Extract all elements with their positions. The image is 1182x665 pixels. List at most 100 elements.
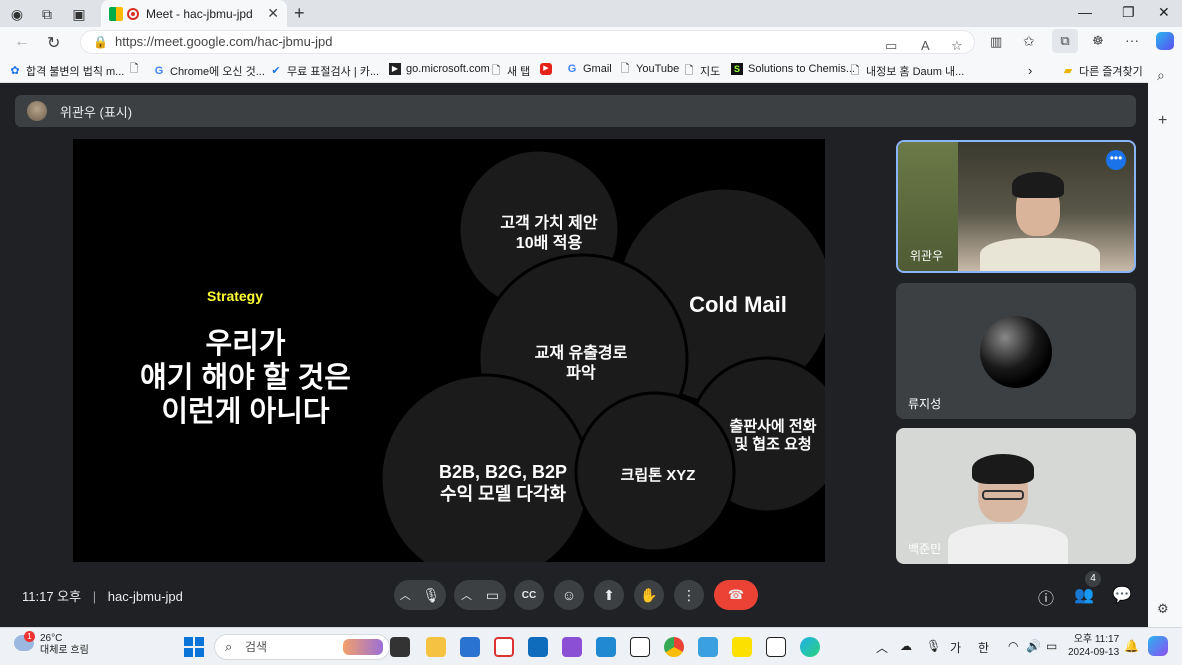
minimize-icon[interactable]: — xyxy=(1078,4,1092,20)
microphone-tray-icon[interactable]: 🎙 xyxy=(926,639,941,653)
notification-badge: 1 xyxy=(24,631,35,642)
bookmark-12[interactable]: 🗋 내정보 홈 Daum 내... xyxy=(849,63,965,79)
new-tab-icon[interactable]: + xyxy=(294,3,305,24)
search-icon: ⌕ xyxy=(225,639,233,654)
taskbar-search[interactable]: ⌕ 검색 xyxy=(214,634,390,660)
circle-text: 및 협조 요청 xyxy=(734,436,812,453)
bookmark-label: Gmail xyxy=(583,63,612,75)
mic-control[interactable]: ︿ 🎙 xyxy=(394,580,446,610)
taskbar-clock[interactable]: 오후 11:17 2024-09-13 xyxy=(1068,633,1119,659)
sync-app-icon[interactable] xyxy=(494,637,514,657)
leave-call-button[interactable]: ☎ xyxy=(714,580,758,610)
bookmark-5[interactable]: ▶ go.microsoft.com xyxy=(389,63,490,75)
ime-language[interactable]: 가 xyxy=(950,639,961,656)
tab-actions-icon[interactable]: ▣ xyxy=(70,5,88,23)
reactions-button[interactable]: ☺ xyxy=(554,580,584,610)
search-icon[interactable]: ⌕ xyxy=(1157,67,1165,84)
show-hidden-icons[interactable]: ︿ xyxy=(876,639,888,656)
camera-in-use-icon[interactable]: ▭ xyxy=(885,35,897,57)
close-tab-icon[interactable]: ✕ xyxy=(267,5,279,22)
captions-icon: CC xyxy=(521,589,537,601)
meeting-details-icon[interactable]: ⓘ xyxy=(1038,585,1054,609)
bookmark-8[interactable]: G Gmail xyxy=(566,63,612,75)
bookmark-3[interactable]: G Chrome에 오신 것... xyxy=(153,63,265,79)
address-bar[interactable]: 🔒 https://meet.google.com/hac-jbmu-jpd ▭… xyxy=(80,30,975,54)
other-favorites-folder[interactable]: ▰ 다른 즐겨찾기 xyxy=(1062,63,1143,79)
document-icon: 🗋 xyxy=(129,63,139,75)
presenter-label: 위관우 (표시) xyxy=(60,104,133,120)
tab-meet[interactable]: Meet - hac-jbmu-jpd ✕ xyxy=(101,0,287,27)
workspaces-icon[interactable]: ⧉ xyxy=(38,5,56,23)
collections-icon[interactable]: ⧉ xyxy=(1052,29,1078,53)
onedrive-icon[interactable]: ☁ xyxy=(900,639,912,653)
bookmark-9[interactable]: 🗋 YouTube xyxy=(619,63,680,75)
bookmarks-overflow-icon[interactable]: › xyxy=(1028,63,1032,78)
bookmark-10[interactable]: 🗋 지도 xyxy=(683,63,721,79)
participant-tile-2[interactable]: 류지성 xyxy=(896,283,1136,419)
notifications-icon[interactable]: 🔔 xyxy=(1124,639,1139,653)
slide-strategy-label: Strategy xyxy=(207,288,264,304)
participant-tile-3[interactable]: 백준민 xyxy=(896,428,1136,564)
site-info-icon[interactable]: 🔒 xyxy=(93,31,108,53)
copilot-taskbar-icon[interactable] xyxy=(1148,636,1168,656)
bookmark-1[interactable]: ✿ 합격 불변의 법칙 m... xyxy=(9,63,124,79)
notion-alt-icon[interactable] xyxy=(766,637,786,657)
refresh-icon[interactable]: ↻ xyxy=(47,33,60,53)
close-window-icon[interactable]: ✕ xyxy=(1158,4,1170,21)
captions-button[interactable]: CC xyxy=(514,580,544,610)
participant-tile-1[interactable]: ••• 위관우 xyxy=(896,140,1136,273)
volume-icon[interactable]: 🔊 xyxy=(1026,639,1041,653)
restore-icon[interactable]: ❐ xyxy=(1122,4,1135,21)
vscode-icon[interactable] xyxy=(596,637,616,657)
chrome-icon[interactable] xyxy=(664,637,684,657)
bookmark-label: 내정보 홈 Daum 내... xyxy=(866,66,965,78)
raise-hand-button[interactable]: ✋ xyxy=(634,580,664,610)
file-explorer-icon[interactable] xyxy=(426,637,446,657)
visual-studio-icon[interactable] xyxy=(562,637,582,657)
chevron-up-icon[interactable]: ︿ xyxy=(400,587,411,603)
chevron-up-icon[interactable]: ︿ xyxy=(461,587,472,603)
profile-icon[interactable]: ◉ xyxy=(8,5,26,23)
circle-label-revenue-model: B2B, B2G, B2P 수익 모델 다각화 xyxy=(418,461,588,505)
notepad-icon[interactable] xyxy=(698,637,718,657)
add-sidebar-app-icon[interactable]: + xyxy=(1158,112,1167,130)
circle-text: 파악 xyxy=(566,365,596,382)
extensions-icon[interactable]: ☸ xyxy=(1092,33,1104,49)
present-button[interactable]: ⬆ xyxy=(594,580,624,610)
people-icon[interactable]: 👥 xyxy=(1074,585,1094,605)
hand-icon: ✋ xyxy=(640,586,658,603)
microphone-icon[interactable]: 🎙 xyxy=(422,587,440,604)
favorites-icon[interactable]: ✩ xyxy=(1023,33,1035,50)
weather-widget[interactable]: 1 26°C 대체로 흐림 xyxy=(14,631,89,657)
store-icon[interactable] xyxy=(460,637,480,657)
settings-more-icon[interactable]: ··· xyxy=(1125,32,1139,48)
chat-icon[interactable]: 💬 xyxy=(1112,585,1132,605)
more-options-icon[interactable]: ••• xyxy=(1106,150,1126,170)
bookmark-7[interactable]: ▶ xyxy=(540,63,557,75)
back-icon[interactable]: ← xyxy=(14,33,30,51)
edge-sidebar: ⌕ + ⚙ xyxy=(1148,57,1182,627)
edge-icon[interactable] xyxy=(800,637,820,657)
bookmark-6[interactable]: 🗋 새 탭 xyxy=(490,63,531,79)
battery-icon[interactable]: ▭ xyxy=(1046,639,1057,653)
notion-icon[interactable] xyxy=(630,637,650,657)
video-camera-icon[interactable]: ▭ xyxy=(486,587,499,604)
sidebar-settings-icon[interactable]: ⚙ xyxy=(1157,601,1169,617)
read-aloud-icon[interactable]: A xyxy=(921,35,930,57)
camera-control[interactable]: ︿ ▭ xyxy=(454,580,506,610)
wifi-icon[interactable]: ◠ xyxy=(1008,639,1018,653)
kakaotalk-icon[interactable] xyxy=(732,637,752,657)
participant-shirt xyxy=(948,524,1068,564)
ime-mode[interactable]: 한 xyxy=(978,639,989,656)
outlook-icon[interactable] xyxy=(528,637,548,657)
start-button[interactable] xyxy=(184,637,204,657)
favorite-star-icon[interactable]: ☆ xyxy=(951,35,963,57)
more-options-button[interactable]: ⋮ xyxy=(674,580,704,610)
bookmark-2[interactable]: 🗋 xyxy=(128,63,145,75)
copilot-icon[interactable] xyxy=(1156,32,1174,50)
participant-shirt xyxy=(980,238,1100,271)
split-screen-icon[interactable]: ▥ xyxy=(990,34,1002,50)
bookmark-11[interactable]: S Solutions to Chemis... xyxy=(731,63,855,75)
bookmark-4[interactable]: ✔ 무료 표절검사 | 카... xyxy=(270,63,379,79)
task-view-icon[interactable] xyxy=(390,637,410,657)
